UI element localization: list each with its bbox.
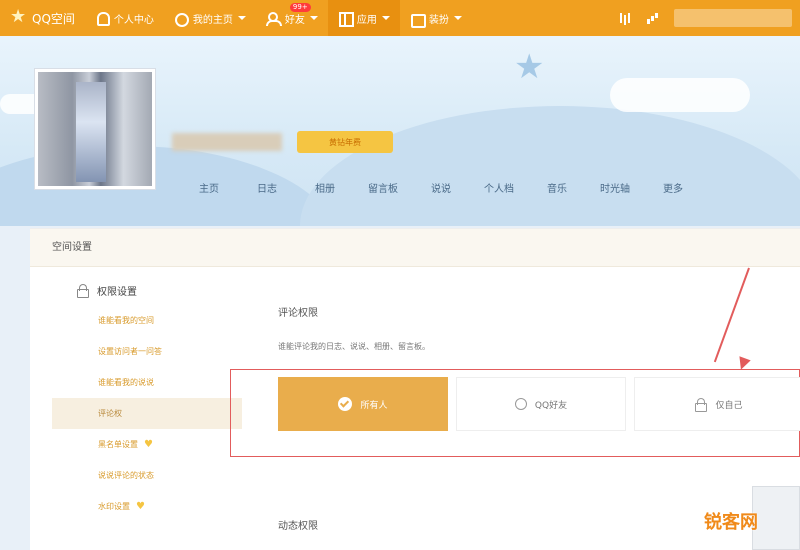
section-title: 评论权限 xyxy=(278,308,318,319)
profile-banner: ★ 黄钻年费 主页 日志 相册 留言板 说说 个人档 音乐 时光轴 更多 xyxy=(0,36,800,226)
settings-sliders-icon[interactable] xyxy=(618,11,632,25)
apps-grid-icon xyxy=(338,11,354,27)
sidebar-item-comment-status[interactable]: 说说评论的状态 xyxy=(52,460,242,491)
signal-icon[interactable] xyxy=(646,11,660,25)
friends-label: 好友 xyxy=(284,14,305,26)
nav-album[interactable]: 相册 xyxy=(296,172,354,203)
lock-icon xyxy=(77,284,89,298)
sidebar-item-comment-permission[interactable]: 评论权 xyxy=(52,398,242,429)
circle-icon xyxy=(514,398,527,410)
sidebar-item-label: 水印设置 xyxy=(98,502,130,511)
notification-badge: 99+ xyxy=(289,3,311,12)
option-label: 仅自己 xyxy=(715,400,743,411)
heart-icon: ♥ xyxy=(144,439,153,450)
sidebar-item-label: 黑名单设置 xyxy=(98,440,138,449)
personal-center-label: 个人中心 xyxy=(113,14,154,26)
comment-permission-section: 评论权限 谁能评论我的日志、说说、相册、留言板。 xyxy=(278,304,430,352)
sidebar-item-watermark[interactable]: 水印设置 ♥ xyxy=(52,491,242,522)
section-description: 谁能评论我的日志、说说、相册、留言板。 xyxy=(278,342,430,351)
home-icon xyxy=(174,11,189,27)
logo-text: QQ空间 xyxy=(32,11,75,26)
people-icon xyxy=(265,11,282,26)
vip-badge[interactable]: 黄钻年费 xyxy=(297,131,393,153)
section-title-2: 动态权限 xyxy=(278,521,318,532)
heart-icon: ♥ xyxy=(136,501,145,512)
panel-header: 空间设置 xyxy=(30,229,800,267)
permission-options: 所有人 QQ好友 仅自己 xyxy=(278,377,800,431)
option-label: 所有人 xyxy=(360,400,388,411)
nav-music[interactable]: 音乐 xyxy=(528,172,586,203)
nav-shuoshuo[interactable]: 说说 xyxy=(412,172,470,203)
qzone-logo[interactable]: ★ QQ空间 xyxy=(0,0,85,36)
sidebar-item-shuoshuo-visibility[interactable]: 谁能看我的说说 xyxy=(52,367,242,398)
nav-timeline[interactable]: 时光轴 xyxy=(586,172,644,203)
personal-center-link[interactable]: 个人中心 xyxy=(85,0,164,36)
sidebar-item-label: 说说评论的状态 xyxy=(98,471,154,480)
side-widget[interactable] xyxy=(752,486,800,550)
sidebar-item-label: 设置访问者一问答 xyxy=(98,347,162,356)
bell-icon xyxy=(95,11,110,26)
sidebar-item-label: 评论权 xyxy=(98,409,122,418)
search-input[interactable] xyxy=(674,9,792,27)
decorate-label: 装扮 xyxy=(428,14,449,26)
option-only-me[interactable]: 仅自己 xyxy=(634,377,800,431)
banner-hill xyxy=(300,106,800,226)
star-icon: ★ xyxy=(10,6,27,27)
decorate-link[interactable]: 装扮 xyxy=(400,0,472,36)
sidebar-item-space-visibility[interactable]: 谁能看我的空间 xyxy=(52,305,242,336)
option-qq-friends[interactable]: QQ好友 xyxy=(456,377,626,431)
sidebar-item-blacklist[interactable]: 黑名单设置 ♥ xyxy=(52,429,242,460)
sidebar-section-title[interactable]: 权限设置 xyxy=(52,275,242,305)
sidebar-item-label: 谁能看我的说说 xyxy=(98,378,154,387)
lock-icon xyxy=(695,398,708,412)
apps-link[interactable]: 应用 xyxy=(327,0,400,36)
gift-icon xyxy=(410,11,426,28)
decoration-star-icon: ★ xyxy=(514,47,545,87)
nav-profile[interactable]: 个人档 xyxy=(470,172,528,203)
sidebar-title-label: 权限设置 xyxy=(97,286,137,298)
nav-more[interactable]: 更多 xyxy=(644,172,702,203)
username-blurred xyxy=(172,133,282,151)
my-homepage-label: 我的主页 xyxy=(192,14,233,26)
option-label: QQ好友 xyxy=(534,400,568,411)
chevron-down-icon xyxy=(453,16,462,20)
apps-label: 应用 xyxy=(356,14,377,26)
banner-cloud xyxy=(610,78,750,112)
avatar-image xyxy=(38,72,152,186)
watermark-logo: 锐客网 xyxy=(704,512,758,533)
friends-link[interactable]: 99+ 好友 xyxy=(256,0,328,36)
nav-message-board[interactable]: 留言板 xyxy=(354,172,412,203)
top-navigation-bar: ★ QQ空间 个人中心 我的主页 99+ 好友 应用 装扮 xyxy=(0,0,800,36)
sidebar-item-label: 谁能看我的空间 xyxy=(98,316,154,325)
my-homepage-link[interactable]: 我的主页 xyxy=(164,0,256,36)
settings-panel: 空间设置 权限设置 谁能看我的空间 设置访问者一问答 谁能看我的说说 评论权 黑… xyxy=(30,228,800,550)
chevron-down-icon xyxy=(309,16,318,20)
topbar-right-tools xyxy=(618,0,800,36)
nav-blog[interactable]: 日志 xyxy=(238,172,296,203)
settings-sidebar: 权限设置 谁能看我的空间 设置访问者一问答 谁能看我的说说 评论权 黑名单设置 ♥… xyxy=(52,275,242,522)
nav-home[interactable]: 主页 xyxy=(180,172,238,203)
sidebar-item-visitor-question[interactable]: 设置访问者一问答 xyxy=(52,336,242,367)
chevron-down-icon xyxy=(237,16,246,20)
chevron-down-icon xyxy=(381,16,390,20)
avatar[interactable] xyxy=(34,68,156,190)
option-everyone[interactable]: 所有人 xyxy=(278,377,448,431)
check-circle-icon xyxy=(338,397,353,411)
profile-nav: 主页 日志 相册 留言板 说说 个人档 音乐 时光轴 更多 xyxy=(180,172,702,203)
